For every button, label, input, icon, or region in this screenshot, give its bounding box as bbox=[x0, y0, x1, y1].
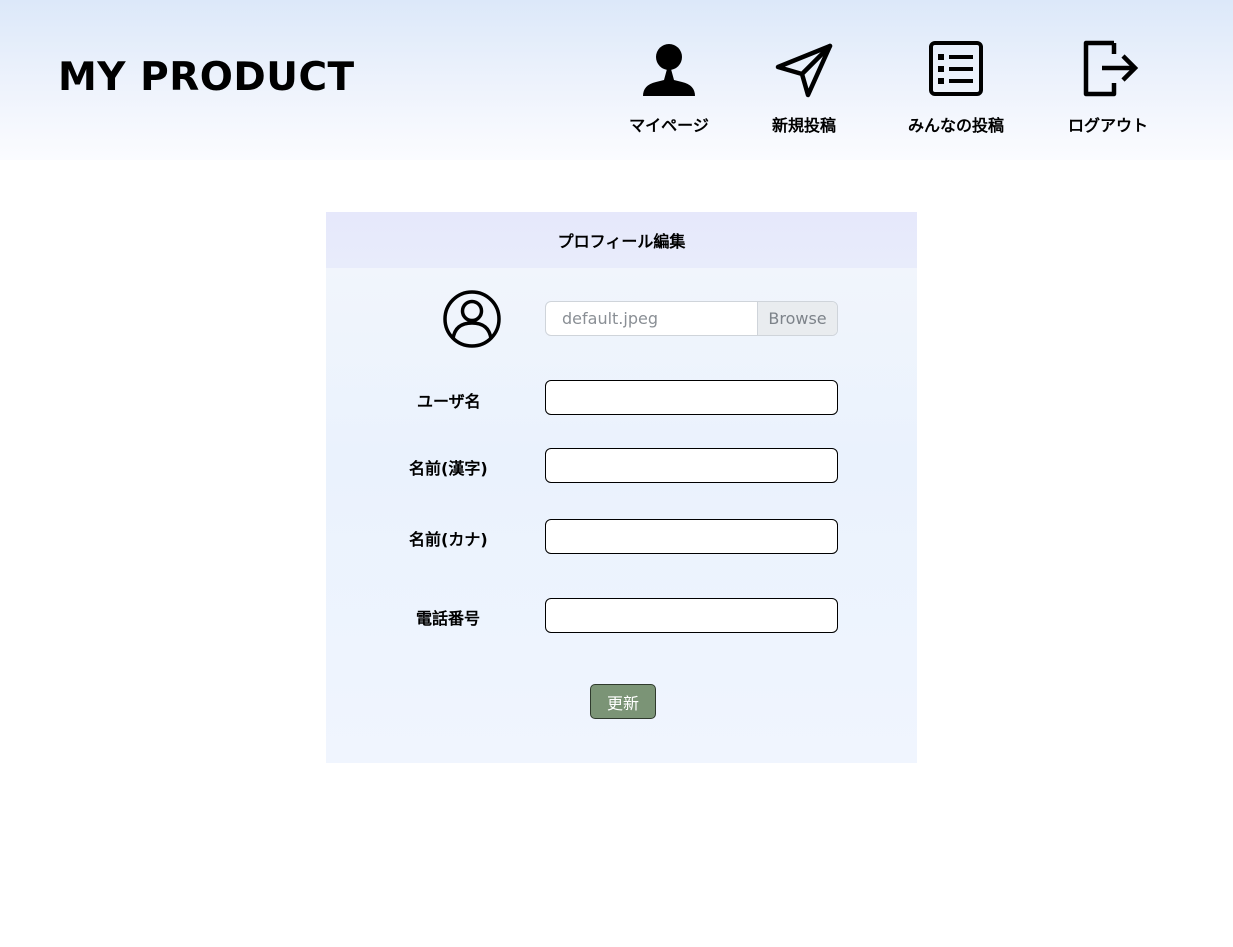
profile-edit-card: プロフィール編集 default.jpeg Browse ユーザ名 名前(漢字)… bbox=[326, 212, 917, 763]
phone-input[interactable] bbox=[545, 598, 838, 633]
top-header: MY PRODUCT マイページ 新規投稿 みんなの投稿 ログアウト bbox=[0, 0, 1233, 160]
nav-label-mypage: マイページ bbox=[629, 116, 709, 135]
app-logo[interactable]: MY PRODUCT bbox=[58, 55, 355, 100]
user-circle-icon[interactable] bbox=[442, 289, 502, 349]
card-header: プロフィール編集 bbox=[326, 212, 917, 268]
logout-icon bbox=[1083, 40, 1139, 97]
nav-mypage[interactable]: マイページ bbox=[609, 38, 729, 138]
browse-button[interactable]: Browse bbox=[757, 302, 837, 335]
send-icon bbox=[775, 43, 833, 98]
username-label: ユーザ名 bbox=[417, 392, 481, 411]
name-kanji-label: 名前(漢字) bbox=[409, 459, 488, 478]
file-picker[interactable]: default.jpeg Browse bbox=[545, 301, 838, 336]
list-icon bbox=[929, 41, 983, 96]
name-kana-input[interactable] bbox=[545, 519, 838, 554]
nav-label-logout: ログアウト bbox=[1067, 116, 1148, 135]
card-title: プロフィール編集 bbox=[557, 232, 686, 251]
user-icon bbox=[643, 44, 695, 96]
nav-label-new-post: 新規投稿 bbox=[771, 116, 836, 135]
name-kanji-input[interactable] bbox=[545, 448, 838, 483]
nav-all-posts[interactable]: みんなの投稿 bbox=[896, 38, 1016, 138]
file-name-display[interactable]: default.jpeg bbox=[546, 302, 757, 335]
nav-logout[interactable]: ログアウト bbox=[1048, 38, 1168, 138]
phone-label: 電話番号 bbox=[416, 609, 481, 628]
username-input[interactable] bbox=[545, 380, 838, 415]
name-kana-label: 名前(カナ) bbox=[409, 530, 488, 549]
update-button[interactable]: 更新 bbox=[590, 684, 656, 719]
nav-label-all-posts: みんなの投稿 bbox=[907, 116, 1004, 135]
nav-new-post[interactable]: 新規投稿 bbox=[744, 38, 864, 138]
